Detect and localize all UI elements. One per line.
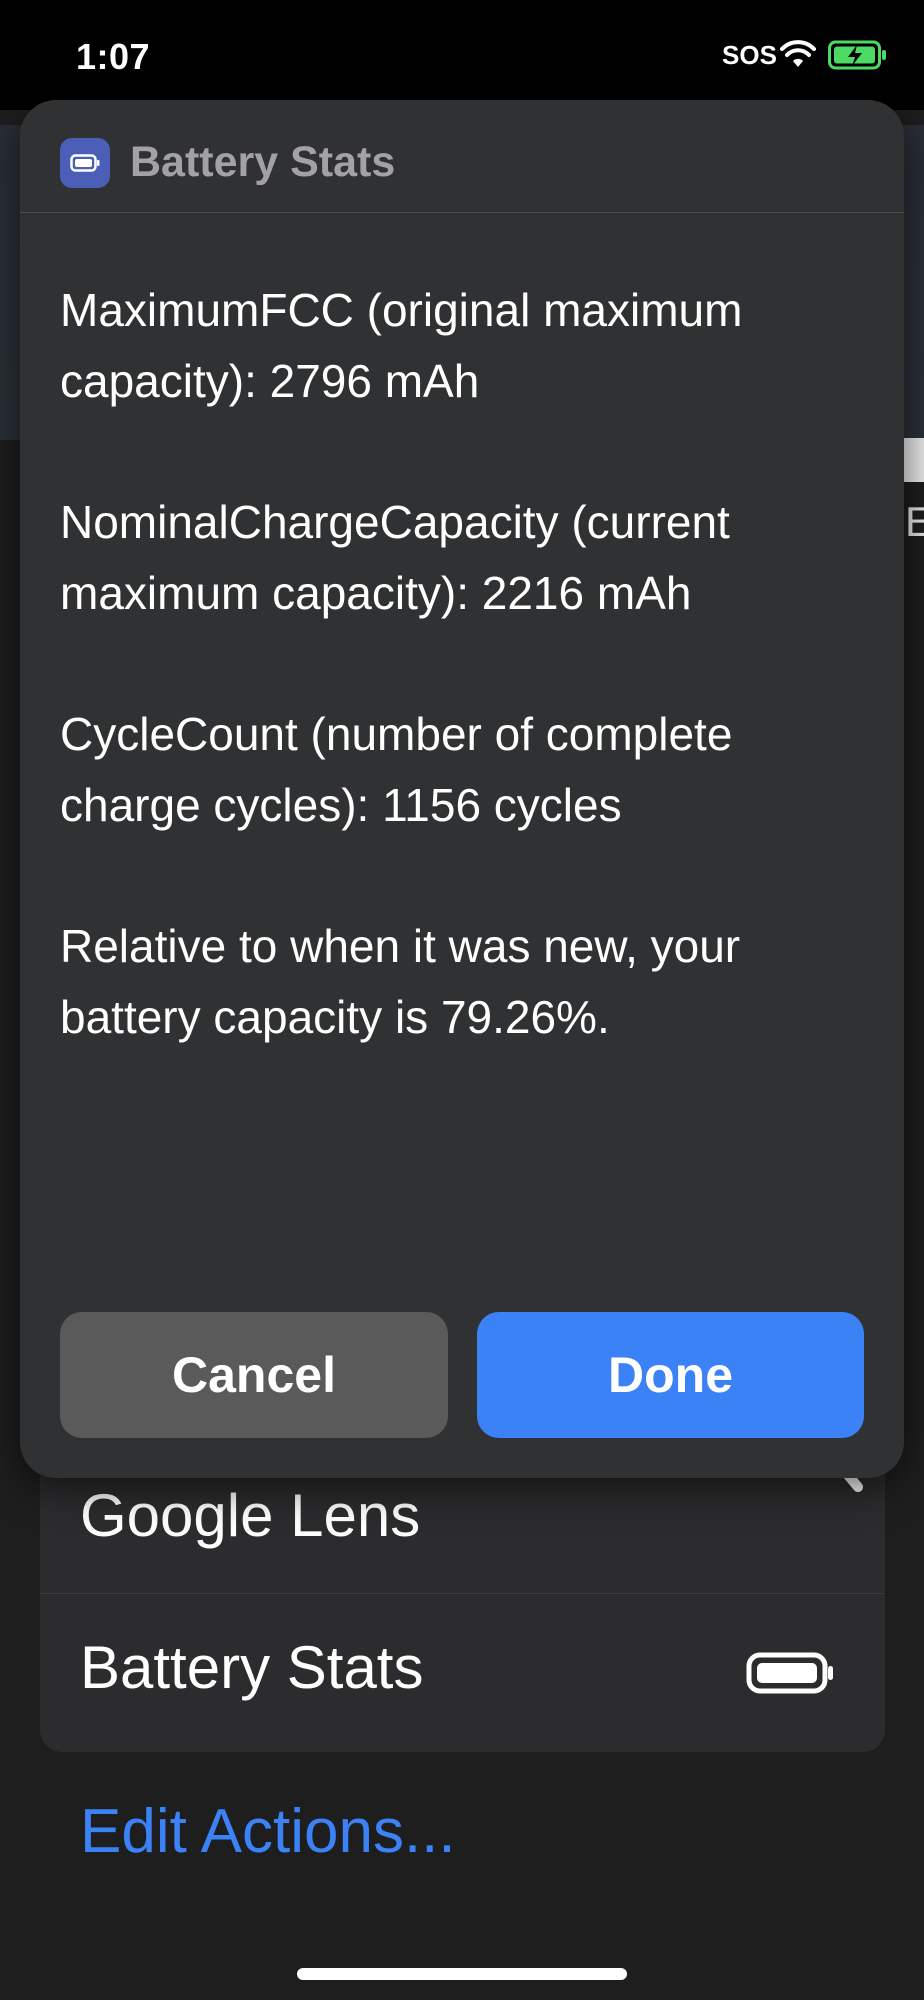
edit-actions-link[interactable]: Edit Actions... (80, 1796, 456, 1867)
home-indicator[interactable] (297, 1968, 627, 1980)
stat-relative-capacity: Relative to when it was new, your batter… (60, 920, 741, 1043)
stat-nominal-charge-capacity: NominalChargeCapacity (current maximum c… (60, 496, 730, 619)
done-button[interactable]: Done (477, 1312, 864, 1438)
stat-maximum-fcc: MaximumFCC (original maximum capacity): … (60, 284, 743, 407)
stat-cycle-count: CycleCount (number of complete charge cy… (60, 708, 733, 831)
status-bar: 1:07 SOS (0, 0, 924, 110)
app-icon (60, 138, 110, 188)
background-edge-element (903, 438, 924, 482)
battery-stats-dialog: Battery Stats MaximumFCC (original maxim… (20, 100, 904, 1478)
dialog-title: Battery Stats (130, 138, 396, 186)
sos-indicator: SOS (722, 40, 777, 70)
wifi-icon (780, 40, 816, 67)
battery-charging-icon (828, 40, 886, 70)
battery-icon (70, 154, 100, 172)
cancel-button[interactable]: Cancel (60, 1312, 448, 1438)
action-item-battery-stats[interactable]: Battery Stats (40, 1595, 885, 1751)
dialog-body: MaximumFCC (original maximum capacity): … (60, 275, 870, 1123)
screen: 1:07 SOS E Google Lens Battery Stats Edi… (0, 0, 924, 2000)
status-time: 1:07 (76, 36, 151, 77)
background-edge-letter: E (905, 498, 924, 545)
battery-icon (746, 1652, 833, 1694)
action-list: Google Lens Battery Stats (40, 1437, 885, 1752)
dialog-header: Battery Stats (20, 100, 904, 213)
action-item-label: Battery Stats (80, 1634, 424, 1701)
action-item-label: Google Lens (80, 1482, 421, 1549)
